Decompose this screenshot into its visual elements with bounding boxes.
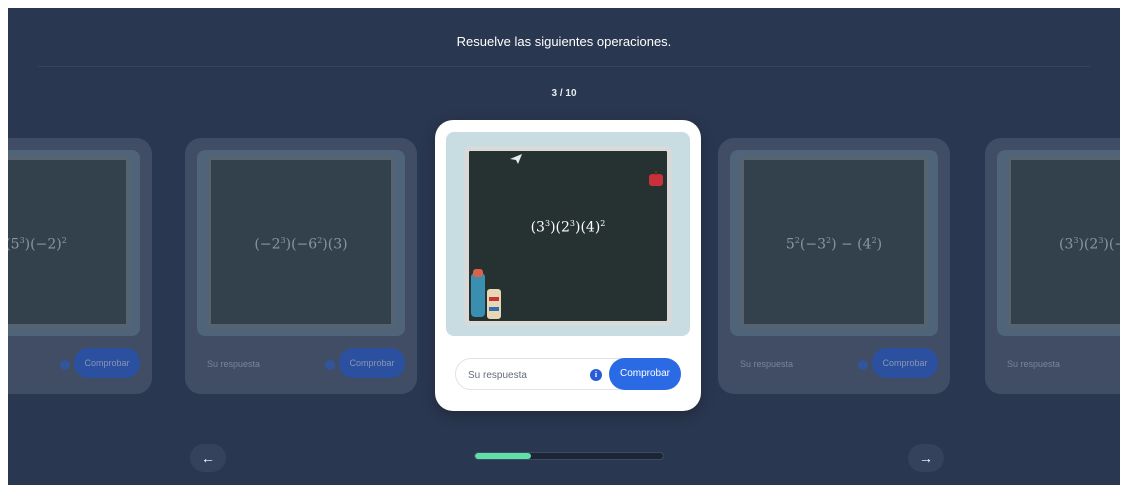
answer-input[interactable]: Su respuesta <box>997 348 1120 382</box>
answer-row: Su respuesta <box>997 348 1120 382</box>
math-expression: (33)(23)(4)2 <box>530 219 606 236</box>
info-icon[interactable] <box>60 360 70 370</box>
page-title: Resuelve las siguientes operaciones. <box>456 34 672 49</box>
math-expression: 52(−32) − (42) <box>785 236 883 253</box>
card-image-frame: (−23)(−62)(3) <box>197 150 405 336</box>
info-icon[interactable] <box>858 360 868 370</box>
next-button[interactable]: → <box>908 444 944 472</box>
chalkboard: (33)(23)(− <box>1007 156 1120 328</box>
exercise-card-5[interactable]: (33)(23)(− Su respuesta <box>985 138 1120 394</box>
info-icon[interactable]: i <box>590 369 602 381</box>
math-expression: (53)(−2)2 <box>8 236 67 253</box>
exercise-card-4[interactable]: 52(−32) − (42) Su respuesta Comprobar <box>718 138 950 394</box>
card-image-frame: (33)(23)(− <box>997 150 1120 336</box>
progress-bar <box>474 452 664 460</box>
answer-row: Su respuesta Comprobar <box>730 348 938 382</box>
exercise-card-2[interactable]: (−23)(−62)(3) Su respuesta Comprobar <box>185 138 417 394</box>
exercise-card-active: (33)(23)(4)2 i Comprobar <box>435 120 701 411</box>
answer-input[interactable] <box>468 368 588 382</box>
prev-button[interactable]: ← <box>190 444 226 472</box>
exercise-app: Resuelve las siguientes operaciones. 3 /… <box>8 8 1120 485</box>
apple-icon <box>649 171 663 186</box>
check-button[interactable]: Comprobar <box>74 348 140 378</box>
chalkboard: (53)(−2)2 <box>8 156 130 328</box>
backpack-icon <box>471 269 501 319</box>
check-button[interactable]: Comprobar <box>609 358 681 390</box>
check-button[interactable]: Comprobar <box>339 348 405 378</box>
math-expression: (−23)(−62)(3) <box>254 236 348 253</box>
card-image-frame: (53)(−2)2 <box>8 150 140 336</box>
check-button[interactable]: Comprobar <box>872 348 938 378</box>
progress-fill <box>475 453 532 459</box>
paper-plane-icon <box>510 154 522 164</box>
answer-row: Comprobar <box>8 348 140 382</box>
chalkboard: 52(−32) − (42) <box>740 156 928 328</box>
answer-row: Su respuesta Comprobar <box>197 348 405 382</box>
header-divider <box>38 66 1090 67</box>
info-icon[interactable] <box>325 360 335 370</box>
card-image-frame: 52(−32) − (42) <box>730 150 938 336</box>
question-counter: 3 / 10 <box>551 88 577 99</box>
answer-row: i Comprobar <box>455 358 681 390</box>
arrow-left-icon: ← <box>201 450 215 466</box>
exercise-card-1[interactable]: (53)(−2)2 Comprobar <box>8 138 152 394</box>
arrow-right-icon: → <box>919 450 933 466</box>
math-expression: (33)(23)(− <box>1059 236 1120 253</box>
chalkboard: (33)(23)(4)2 <box>464 146 672 326</box>
card-image-frame: (33)(23)(4)2 <box>446 132 690 336</box>
chalkboard: (−23)(−62)(3) <box>207 156 395 328</box>
